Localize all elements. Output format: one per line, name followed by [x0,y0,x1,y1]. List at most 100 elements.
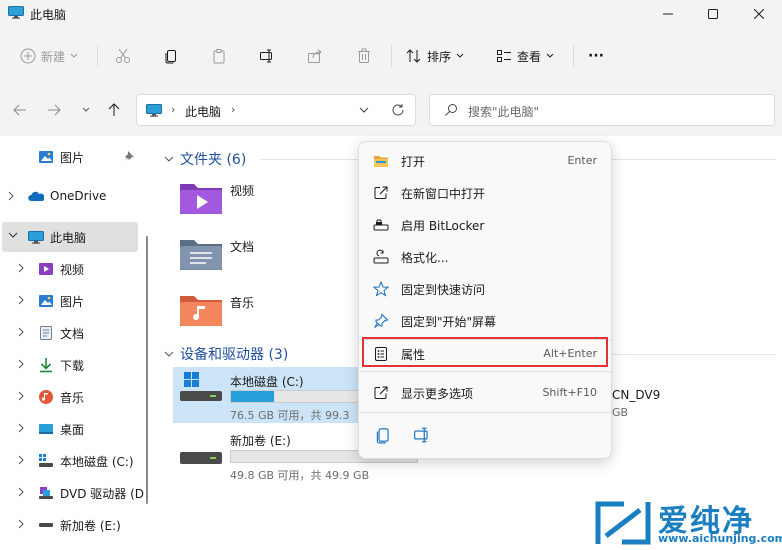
rename-button[interactable] [259,42,275,70]
chevron-right-icon[interactable] [18,455,24,465]
chevron-down-icon[interactable] [8,231,18,239]
forward-button[interactable] [44,100,64,120]
dvd-drive-icon [39,487,53,499]
close-icon [754,9,764,19]
chevron-down-icon[interactable] [359,104,369,116]
back-button[interactable] [10,100,30,120]
sidebar-item-desktop[interactable]: 桌面 [2,414,138,444]
watermark-url: www.aichunjing.com [658,532,782,545]
folder-open-icon [374,156,388,167]
menu-item-label: 在新窗口中打开 [401,187,486,201]
this-pc-icon [8,6,24,19]
rename-icon [260,49,272,63]
minimize-button[interactable] [645,0,691,28]
chevron-right-icon[interactable] [18,327,24,337]
chevron-right-icon[interactable] [18,295,24,305]
chevron-right-icon[interactable] [18,359,24,369]
plus-circle-icon [20,48,36,64]
maximize-button[interactable] [690,0,736,28]
drive-e-icon [39,523,53,527]
this-pc-icon [146,104,162,117]
dvd-drive-info-partial: GB [612,406,629,419]
menu-item-pin-quick-access[interactable]: 固定到快速访问 [363,274,607,304]
copy-icon[interactable] [374,426,392,444]
sidebar-item-downloads[interactable]: 下载 [2,350,138,380]
sidebar-item-pictures[interactable]: 图片 [2,286,138,316]
documents-icon [40,326,52,340]
sort-button[interactable]: 排序 [406,42,464,70]
paste-button[interactable] [211,42,227,70]
search-placeholder: 搜索"此电脑" [468,105,540,119]
sidebar-item-label: 新加卷 (E:) [60,519,121,533]
sidebar-item-label: 此电脑 [50,231,87,245]
menu-item-label: 固定到快速访问 [401,283,486,297]
folder-label: 音乐 [230,296,255,310]
show-more-icon [374,386,388,399]
view-label: 查看 [517,49,542,64]
toolbar-divider [391,45,392,67]
dvd-drive-name-partial[interactable]: CN_DV9 [612,388,660,402]
rename-icon[interactable] [413,426,431,444]
breadcrumb-location[interactable]: 此电脑 [185,103,221,120]
sidebar-item-videos[interactable]: 视频 [2,254,138,284]
chevron-right-icon[interactable] [8,191,14,201]
sidebar-item-this-pc[interactable]: 此电脑 [2,222,138,252]
delete-button[interactable] [356,42,372,70]
menu-item-format[interactable]: 格式化... [363,242,607,272]
chevron-down-icon [546,53,554,58]
command-bar: 新建 排序 查看 ··· [0,28,782,84]
chevron-right-icon[interactable] [18,263,24,273]
menu-item-label: 固定到"开始"屏幕 [401,315,497,329]
new-button[interactable]: 新建 [20,42,78,70]
up-button[interactable] [104,100,124,120]
sidebar-item-dvd-drive[interactable]: DVD 驱动器 (D [2,478,144,508]
sidebar-item-drive-e[interactable]: 新加卷 (E:) [2,510,138,540]
chevron-right-icon[interactable] [18,519,24,529]
drive-usage-fill [231,391,274,402]
clipboard-icon [213,49,225,64]
sidebar-item-documents[interactable]: 文档 [2,318,138,348]
breadcrumb-chevron-icon[interactable]: › [231,103,235,116]
music-icon [39,390,53,404]
sidebar-item-label: 桌面 [60,423,85,437]
breadcrumb-chevron-icon[interactable]: › [171,103,175,116]
menu-item-pin-start[interactable]: 固定到"开始"屏幕 [363,306,607,336]
chevron-right-icon[interactable] [18,391,24,401]
copy-button[interactable] [163,42,179,70]
sidebar-item-onedrive[interactable]: OneDrive [2,182,138,212]
sidebar-item-drive-c[interactable]: 本地磁盘 (C:) [2,446,138,476]
navigation-pane: 图片 OneDrive 此电脑 视频 图片 文档 下载 音乐 桌面 本地磁盘 (… [0,136,150,550]
sidebar-item-label: DVD 驱动器 (D [60,487,145,501]
sidebar-item-label: OneDrive [50,189,107,203]
more-options-button[interactable]: ··· [588,42,604,70]
close-button[interactable] [736,0,782,28]
drives-group-header[interactable]: 设备和驱动器 (3) [164,344,288,364]
menu-item-open-new-window[interactable]: 在新窗口中打开 [363,178,607,208]
properties-highlight-box [362,337,608,367]
chevron-right-icon[interactable] [18,487,24,497]
address-bar[interactable]: › 此电脑 › [136,94,416,126]
star-icon [373,281,389,297]
chevron-right-icon[interactable] [18,423,24,433]
view-button[interactable]: 查看 [496,42,554,70]
share-button[interactable] [307,42,323,70]
pin-icon[interactable] [124,150,136,162]
sidebar-item-pictures-quick[interactable]: 图片 [2,142,138,172]
drive-e-icon [180,452,222,464]
sidebar-item-label: 下载 [60,359,85,373]
videos-folder-icon [180,184,222,214]
sidebar-item-music[interactable]: 音乐 [2,382,138,412]
drives-group-title: 设备和驱动器 (3) [180,347,289,363]
cut-button[interactable] [115,42,131,70]
watermark: 爱纯净 www.aichunjing.com [590,496,782,550]
folder-label: 文档 [230,240,255,254]
menu-item-open[interactable]: 打开 Enter [363,146,607,176]
refresh-icon[interactable] [391,103,405,117]
folders-group-header[interactable]: 文件夹 (6) [164,149,246,169]
sidebar-scrollbar[interactable] [146,236,148,504]
recent-locations-button[interactable] [76,100,96,120]
chevron-down-icon [164,156,174,162]
menu-item-bitlocker[interactable]: 启用 BitLocker [363,210,607,240]
search-box[interactable]: 搜索"此电脑" [429,94,775,126]
menu-item-show-more-options[interactable]: 显示更多选项 Shift+F10 [363,378,607,408]
